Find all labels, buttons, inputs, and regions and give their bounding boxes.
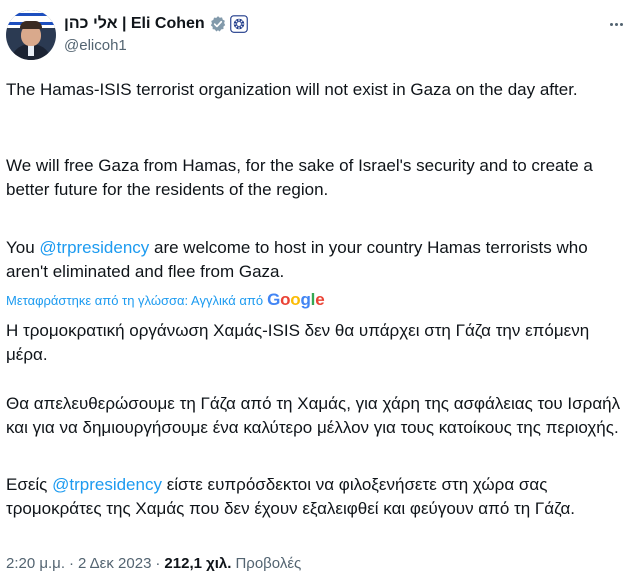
- tweet-paragraph: The Hamas-ISIS terrorist organization wi…: [6, 78, 634, 102]
- translated-paragraph: Εσείς @trpresidency είστε ευπρόσδεκτοι ν…: [6, 473, 634, 521]
- tweet-header: אלי כהן | Eli Cohen @elicoh1: [6, 10, 634, 60]
- tweet-date[interactable]: 2 Δεκ 2023: [78, 555, 151, 572]
- tweet-meta: 2:20 μ.μ. · 2 Δεκ 2023 · 212,1 χιλ. Προβ…: [6, 552, 301, 574]
- translated-paragraph: Η τρομοκρατική οργάνωση Χαμάς-ISIS δεν θ…: [6, 319, 634, 367]
- tweet-paragraph: We will free Gaza from Hamas, for the sa…: [6, 154, 634, 202]
- views-label: Προβολές: [235, 554, 302, 572]
- tweet-text: You: [6, 238, 40, 257]
- avatar-hair: [20, 21, 42, 29]
- verified-badge-icon[interactable]: [209, 15, 227, 33]
- affiliation-badge-icon[interactable]: [229, 15, 248, 33]
- translated-text: Εσείς: [6, 475, 53, 494]
- translated-text: Θα απελευθερώσουμε τη Γάζα από τη Χαμάς,…: [6, 394, 621, 437]
- tweet-text: The Hamas-ISIS terrorist organization wi…: [6, 80, 578, 99]
- translated-paragraph: Θα απελευθερώσουμε τη Γάζα από τη Χαμάς,…: [6, 392, 634, 440]
- translation-label: Μεταφράστηκε από τη γλώσσα: Αγγλικά από: [6, 292, 264, 308]
- views-count[interactable]: 212,1 χιλ.: [164, 555, 231, 572]
- translated-text: Η τρομοκρατική οργάνωση Χαμάς-ISIS δεν θ…: [6, 321, 590, 364]
- translation-attribution[interactable]: Μεταφράστηκε από τη γλώσσα: Αγγλικά από …: [6, 290, 325, 310]
- avatar[interactable]: [6, 10, 56, 60]
- display-name[interactable]: אלי כהן | Eli Cohen: [64, 15, 205, 33]
- name-row: אלי כהן | Eli Cohen: [64, 13, 248, 35]
- dot: [609, 22, 613, 26]
- google-logo: Google: [267, 290, 325, 309]
- mention-link[interactable]: @trpresidency: [52, 475, 162, 494]
- tweet-text: We will free Gaza from Hamas, for the sa…: [6, 156, 593, 199]
- separator: ·: [68, 554, 74, 572]
- mention-link[interactable]: @trpresidency: [39, 238, 149, 257]
- separator: ·: [155, 554, 161, 572]
- user-handle[interactable]: @elicoh1: [64, 37, 127, 54]
- dot: [614, 22, 618, 26]
- more-options-icon[interactable]: [604, 14, 628, 34]
- tweet-time[interactable]: 2:20 μ.μ.: [6, 555, 65, 572]
- tweet-paragraph: You @trpresidency are welcome to host in…: [6, 236, 634, 284]
- dot: [619, 22, 623, 26]
